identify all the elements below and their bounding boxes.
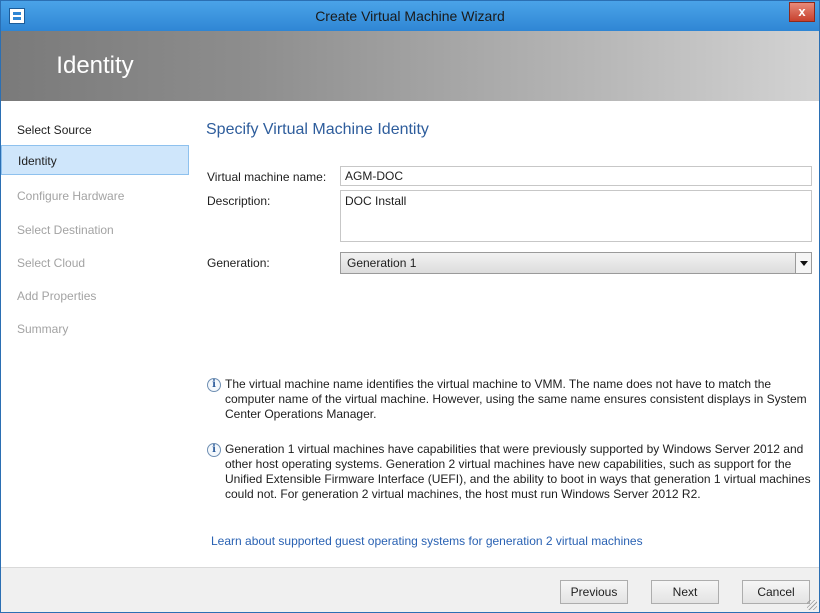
chevron-down-icon[interactable] (795, 253, 811, 273)
vm-name-input[interactable]: AGM-DOC (340, 166, 812, 186)
next-button[interactable]: Next (651, 580, 719, 604)
step-summary: Summary (17, 322, 69, 336)
step-identity[interactable]: Identity (1, 145, 189, 175)
title-bar[interactable]: Create Virtual Machine Wizard x (1, 1, 819, 31)
close-button[interactable]: x (789, 2, 815, 22)
step-select-source[interactable]: Select Source (1, 115, 189, 145)
description-input[interactable]: DOC Install (340, 190, 812, 242)
learn-more-link[interactable]: Learn about supported guest operating sy… (211, 534, 643, 548)
step-configure-hardware: Configure Hardware (17, 189, 125, 203)
wizard-content: Specify Virtual Machine Identity Virtual… (192, 101, 819, 567)
description-label: Description: (207, 194, 271, 208)
wizard-window: Create Virtual Machine Wizard x Identity… (0, 0, 820, 613)
step-add-properties: Add Properties (17, 289, 97, 303)
resize-grip-icon[interactable] (807, 600, 817, 610)
previous-button[interactable]: Previous (560, 580, 628, 604)
step-select-destination: Select Destination (17, 223, 114, 237)
info-vm-name: i The virtual machine name identifies th… (207, 377, 812, 422)
info-generation-text: Generation 1 virtual machines have capab… (225, 442, 811, 501)
window-title: Create Virtual Machine Wizard (315, 8, 505, 24)
info-generation: i Generation 1 virtual machines have cap… (207, 442, 812, 502)
wizard-steps-sidebar: Select Source Identity Configure Hardwar… (1, 101, 192, 567)
generation-label: Generation: (207, 256, 270, 270)
generation-select[interactable]: Generation 1 (340, 252, 812, 274)
section-title: Specify Virtual Machine Identity (206, 121, 429, 138)
wizard-footer: Previous Next Cancel (1, 567, 819, 612)
vm-name-label: Virtual machine name: (207, 170, 327, 184)
cancel-button[interactable]: Cancel (742, 580, 810, 604)
info-icon: i (207, 443, 221, 457)
generation-selected-value: Generation 1 (347, 256, 417, 270)
info-vm-name-text: The virtual machine name identifies the … (225, 377, 807, 421)
info-icon: i (207, 378, 221, 392)
page-heading: Identity (56, 52, 134, 79)
step-select-cloud: Select Cloud (17, 256, 86, 270)
header-banner: Identity (1, 31, 819, 101)
